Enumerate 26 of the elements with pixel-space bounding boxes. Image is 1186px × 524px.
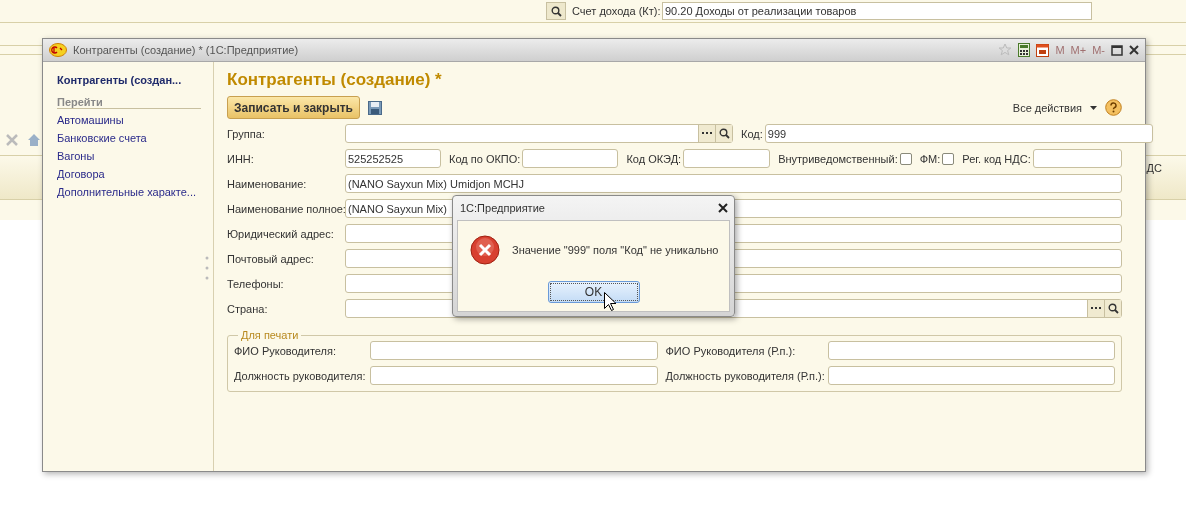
field-label: Наименование полное: — [227, 202, 345, 215]
field-label: Должность руководителя (Р.п.): — [665, 369, 826, 382]
group-title: Для печати — [240, 329, 300, 341]
field-label: Код по ОКПО: — [449, 152, 521, 165]
field-label: Страна: — [227, 302, 269, 315]
field-label: Телефоны: — [227, 277, 285, 290]
field-label: Код ОКЭД: — [626, 152, 682, 165]
section-heading: Перейти — [57, 96, 201, 109]
form-title: Контрагенты (создание) * — [227, 70, 443, 90]
field-label: Наименование: — [227, 177, 308, 190]
field-label: ИНН: — [227, 152, 255, 165]
field-label: Юридический адрес: — [227, 227, 335, 240]
field-label: ФИО Руководителя (Р.п.): — [665, 344, 797, 357]
field-label: Рег. код НДС: — [962, 152, 1031, 165]
field-label: ФМ: — [919, 152, 941, 165]
error-message: Значение "999" поля "Код" не уникально — [512, 244, 719, 256]
dialog-title: 1С:Предприятие — [460, 202, 546, 214]
field-label: Группа: — [227, 127, 266, 140]
field-label: Счет дохода (Кт): — [572, 5, 662, 17]
field-label: Внутриведомственный: — [778, 152, 898, 165]
field-label: Должность руководителя: — [234, 369, 367, 382]
window-title: Контрагенты (создание) * (1С:Предприятие) — [73, 44, 300, 56]
field-label: Код: — [741, 127, 763, 140]
field-label: ФИО Руководителя: — [234, 344, 338, 357]
field-label: Почтовый адрес: — [227, 252, 315, 265]
column-header: ДС — [1146, 162, 1162, 176]
